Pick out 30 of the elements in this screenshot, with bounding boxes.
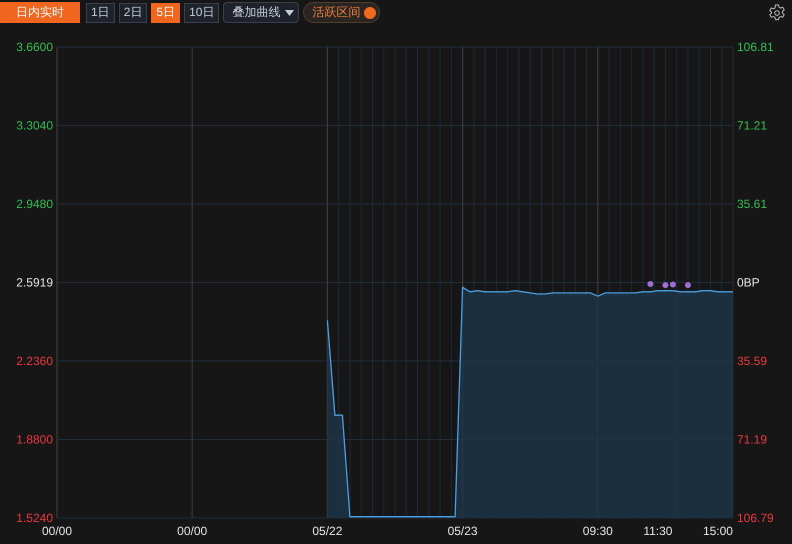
x-axis-label: 11:30 — [643, 524, 672, 538]
x-axis-label: 09:30 — [582, 524, 613, 538]
x-axis-label: 15:00 — [702, 524, 733, 538]
caret-icon — [285, 10, 294, 16]
y-axis-label: 2.9480 — [16, 197, 53, 211]
range-tab[interactable]: 2日 — [118, 2, 148, 22]
x-axis-label: 05/22 — [312, 524, 342, 538]
y-axis-label: 106.79 — [737, 511, 774, 525]
x-axis-label: 00/00 — [42, 524, 72, 538]
range-tab[interactable]: 10日 — [184, 2, 220, 22]
y-axis-label: 0BP — [737, 276, 760, 290]
y-axis-label: 2.5919 — [16, 276, 53, 290]
active-range-toggle[interactable]: 活跃区间 — [303, 2, 380, 23]
settings-icon[interactable] — [768, 4, 786, 22]
y-axis-label: 106.81 — [737, 40, 774, 54]
y-axis-label: 2.2360 — [16, 354, 53, 368]
x-axis-label: 05/23 — [448, 524, 478, 538]
y-axis-label: 1.5240 — [16, 511, 53, 525]
y-axis-label: 35.59 — [737, 354, 768, 368]
y-axis-label: 71.19 — [737, 432, 768, 446]
y-axis-label: 71.21 — [737, 118, 768, 132]
y-axis-label: 1.8800 — [16, 432, 53, 446]
y-axis-label: 3.6600 — [16, 40, 53, 54]
event-marker — [684, 282, 691, 288]
overlay-dropdown[interactable]: 叠加曲线 — [223, 2, 300, 23]
y-axis-label: 3.3040 — [16, 118, 53, 132]
event-marker — [647, 281, 654, 288]
y-axis-label: 35.61 — [737, 197, 768, 211]
range-tab[interactable]: 1日 — [86, 2, 115, 22]
x-axis-label: 00/00 — [177, 524, 208, 538]
